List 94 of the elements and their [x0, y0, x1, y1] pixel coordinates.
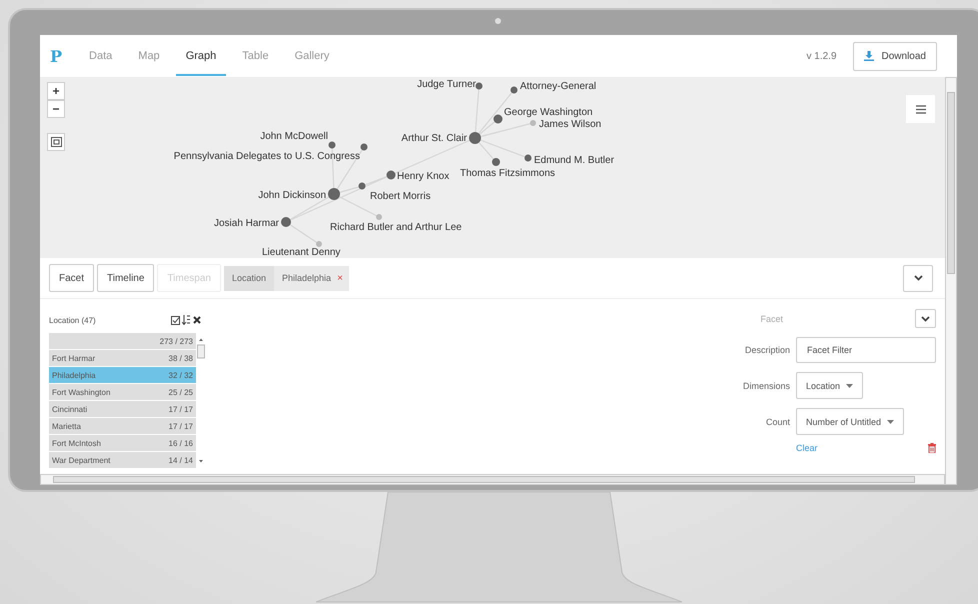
- field-label: Dimensions: [742, 380, 790, 390]
- node-label: Henry Knox: [397, 171, 450, 182]
- app-logo: P: [50, 46, 62, 66]
- sort-icon[interactable]: [182, 315, 191, 325]
- graph-node[interactable]: [328, 142, 336, 148]
- collapse-button[interactable]: [903, 264, 933, 292]
- node-label: Pennsylvania Delegates to U.S. Congress: [174, 151, 360, 162]
- node-label: John McDowell: [260, 131, 328, 142]
- field-label: Description: [744, 345, 790, 355]
- graph-node[interactable]: [476, 82, 482, 90]
- graph-node[interactable]: [281, 217, 291, 227]
- facet-row[interactable]: Fort McIntosh 16 / 16: [49, 435, 196, 451]
- node-label: John Dickinson: [258, 190, 326, 201]
- description-field[interactable]: Facet Filter: [796, 337, 936, 363]
- nav-tab[interactable]: Map: [128, 36, 170, 76]
- graph-node[interactable]: [358, 182, 366, 190]
- node-label: Richard Butler and Arthur Lee: [330, 222, 462, 233]
- facet-count: 32 / 32: [168, 370, 193, 380]
- facet-name: Fort Harmar: [52, 354, 96, 362]
- node-label: Robert Morris: [370, 191, 431, 202]
- facet-row[interactable]: Marietta 17 / 17: [49, 418, 196, 434]
- facet-count: 14 / 14: [168, 456, 193, 464]
- facet-count: 25 / 25: [168, 388, 193, 396]
- facet-row[interactable]: Fort Washington 25 / 25: [49, 384, 196, 400]
- nav-tab[interactable]: Data: [79, 36, 122, 76]
- graph-node[interactable]: [360, 144, 368, 150]
- node-label: Josiah Harmar: [214, 218, 279, 229]
- zoom-in-button[interactable]: +: [47, 82, 65, 100]
- node-label: Attorney-General: [520, 81, 596, 92]
- chevron-down-icon: [921, 316, 930, 322]
- facet-name: Philadelphia: [52, 370, 96, 380]
- menu-icon: [916, 104, 926, 114]
- facet-count: 17 / 17: [168, 422, 193, 430]
- graph-node[interactable]: [530, 120, 536, 126]
- filter-value: Philadelphia: [281, 273, 332, 283]
- panel-tab[interactable]: Facet: [49, 264, 94, 292]
- node-label: Thomas Fitzsimmons: [460, 168, 556, 179]
- download-icon: [864, 51, 874, 61]
- check-all-icon[interactable]: [171, 316, 180, 324]
- remove-filter-button[interactable]: ×: [335, 272, 349, 284]
- vertical-scrollbar[interactable]: [945, 77, 957, 485]
- caret-icon: [887, 420, 894, 424]
- facet-count: 38 / 38: [168, 354, 193, 362]
- camera-dot: [495, 18, 501, 24]
- facet-name: Cincinnati: [52, 404, 88, 414]
- graph-node[interactable]: [376, 214, 382, 220]
- facet-name: Fort McIntosh: [52, 438, 101, 448]
- graph-node[interactable]: [492, 158, 500, 166]
- menu-button[interactable]: [906, 95, 935, 123]
- fit-view-button[interactable]: [47, 133, 65, 151]
- facet-count: 273 / 273: [160, 336, 193, 346]
- facet-row[interactable]: Philadelphia 32 / 32: [49, 367, 196, 383]
- horizontal-scrollbar[interactable]: [40, 474, 945, 485]
- facet-row[interactable]: Fort Harmar 38 / 38: [49, 350, 196, 366]
- download-button[interactable]: Download: [852, 42, 937, 70]
- graph-node[interactable]: [510, 86, 518, 94]
- dropdown[interactable]: Number of Untitled: [796, 408, 904, 435]
- dropdown[interactable]: Location: [796, 372, 864, 399]
- node-label: Judge Turner: [417, 79, 476, 90]
- close-icon[interactable]: [193, 316, 201, 324]
- facet-row[interactable]: War Department 14 / 14: [49, 452, 196, 468]
- facet-name: Fort Washington: [52, 388, 110, 396]
- nav-tab[interactable]: Gallery: [284, 36, 340, 76]
- form-title: Facet: [760, 314, 783, 324]
- facet-count: 17 / 17: [168, 404, 193, 414]
- zoom-out-button[interactable]: −: [47, 100, 65, 118]
- filter-dimension: Location: [224, 266, 274, 290]
- clear-link[interactable]: Clear: [796, 443, 818, 453]
- nav-tab[interactable]: Table: [232, 36, 279, 76]
- facet-count: 16 / 16: [168, 438, 193, 448]
- graph-node[interactable]: [469, 132, 481, 144]
- graph-node[interactable]: [328, 188, 340, 200]
- facet-row[interactable]: 273 / 273: [49, 333, 196, 349]
- version-label: v 1.2.9: [806, 50, 837, 62]
- collapse-button[interactable]: [915, 309, 936, 328]
- graph-node[interactable]: [494, 114, 502, 124]
- graph-node[interactable]: [524, 154, 532, 162]
- facet-title: Location (47): [49, 316, 96, 324]
- facet-name: War Department: [52, 456, 110, 464]
- chevron-down-icon: [914, 275, 922, 281]
- facet-row[interactable]: Cincinnati 17 / 17: [49, 401, 196, 417]
- node-label: Lieutenant Denny: [262, 247, 340, 258]
- node-label: George Washington: [504, 107, 593, 118]
- graph-node[interactable]: [386, 170, 396, 180]
- node-label: Edmund M. Butler: [534, 155, 614, 166]
- graph-node[interactable]: [316, 241, 322, 247]
- trash-icon[interactable]: [928, 443, 936, 453]
- field-label: Count: [766, 416, 790, 426]
- facet-name: Marietta: [52, 422, 81, 430]
- fit-view-icon: [50, 137, 62, 147]
- node-label: Arthur St. Clair: [401, 133, 467, 144]
- node-label: James Wilson: [539, 119, 602, 130]
- caret-icon: [846, 384, 854, 388]
- panel-tab[interactable]: Timeline: [97, 264, 154, 292]
